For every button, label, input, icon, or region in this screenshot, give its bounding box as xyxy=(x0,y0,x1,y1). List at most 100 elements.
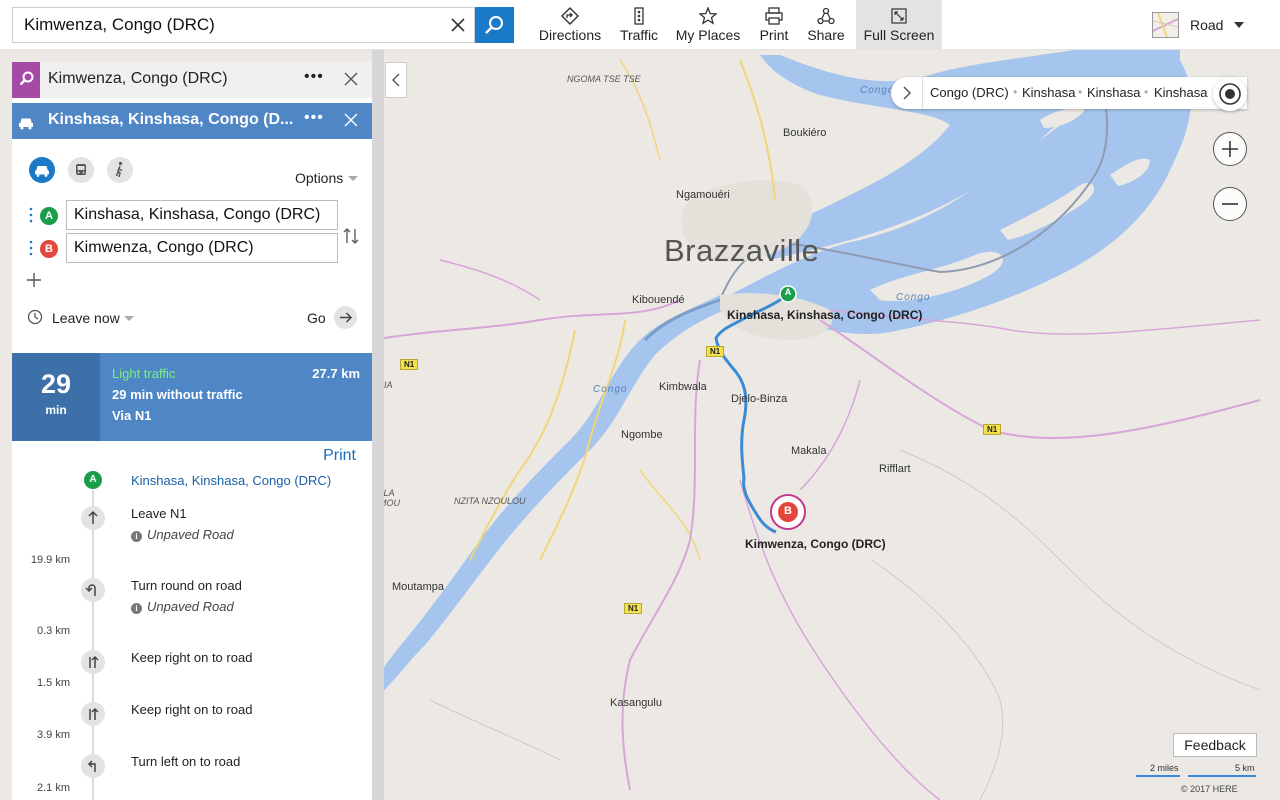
map-label-brazzaville: Brazzaville xyxy=(664,233,820,268)
swap-waypoints-icon[interactable] xyxy=(342,226,360,246)
step-instruction: Keep right on to road xyxy=(131,650,253,665)
zoom-out-button[interactable] xyxy=(1213,187,1247,221)
more-options-icon[interactable]: ••• xyxy=(304,68,324,86)
traffic-label: Traffic xyxy=(619,27,659,43)
scale-miles-label: 2 miles xyxy=(1150,763,1179,773)
search-result-card[interactable]: Kimwenza, Congo (DRC) ••• xyxy=(12,62,372,98)
traffic-button[interactable]: Traffic xyxy=(614,0,664,50)
search-button[interactable] xyxy=(475,7,514,43)
map-label-congo-river: Congo xyxy=(860,85,895,96)
directions-icon xyxy=(561,7,579,25)
collapse-panel-button[interactable] xyxy=(385,62,407,98)
directions-card-icon xyxy=(12,103,40,139)
search-icon xyxy=(485,16,503,34)
directions-label: Directions xyxy=(538,27,602,43)
full-screen-button[interactable]: Full Screen xyxy=(856,0,942,50)
map-label-kimbwala: Kimbwala xyxy=(659,381,707,393)
drive-mode-button[interactable] xyxy=(29,157,55,183)
route-duration: 29 min xyxy=(12,353,100,441)
go-label[interactable]: Go xyxy=(307,310,326,326)
breadcrumb-item[interactable]: Kinshasa xyxy=(1154,85,1207,100)
zoom-in-button[interactable] xyxy=(1213,132,1247,166)
go-button[interactable] xyxy=(334,306,357,329)
print-button[interactable]: Print xyxy=(754,0,794,50)
chevron-right-icon xyxy=(903,86,912,100)
step-instruction: Turn left on to road xyxy=(131,754,241,769)
directions-card-title: Kinshasa, Kinshasa, Congo (D... xyxy=(48,111,294,128)
directions-panel: Kimwenza, Congo (DRC) ••• Kinshasa, Kins… xyxy=(12,62,372,800)
scale-miles-bar xyxy=(1136,775,1180,777)
pin-b-label[interactable]: Kimwenza, Congo (DRC) xyxy=(745,537,886,551)
locate-me-button[interactable] xyxy=(1213,77,1247,111)
search-card-title: Kimwenza, Congo (DRC) xyxy=(48,70,228,87)
breadcrumb-separator: • xyxy=(1013,85,1018,99)
route-minutes: 29 xyxy=(40,369,72,399)
map-style-label: Road xyxy=(1190,17,1224,33)
clear-search-icon[interactable] xyxy=(448,15,468,35)
more-options-icon[interactable]: ••• xyxy=(304,109,324,127)
breadcrumb-item[interactable]: Kinshasa xyxy=(1022,85,1075,100)
pin-a-label[interactable]: Kinshasa, Kinshasa, Congo (DRC) xyxy=(727,308,922,322)
step-note: i Unpaved Road xyxy=(131,527,234,542)
scale-km-label: 5 km xyxy=(1235,763,1255,773)
breadcrumb-item[interactable]: Congo (DRC) xyxy=(930,85,1009,100)
add-waypoint-icon[interactable] xyxy=(26,272,42,288)
directions-button[interactable]: Directions xyxy=(536,0,604,50)
print-directions-link[interactable]: Print xyxy=(323,447,356,465)
directions-card[interactable]: Kinshasa, Kinshasa, Congo (D... ••• xyxy=(12,103,372,139)
minus-icon xyxy=(1222,203,1238,205)
map-label-congo-river: Congo xyxy=(896,292,931,303)
keep-right-icon xyxy=(81,650,105,674)
breadcrumb-separator: • xyxy=(1144,85,1149,99)
road-shield-n1: N1 xyxy=(983,424,1002,435)
panel-scrollbar[interactable] xyxy=(372,50,384,800)
copyright-notice[interactable]: © 2017 HERE xyxy=(1181,784,1238,794)
departure-time-label: Leave now xyxy=(52,310,120,326)
car-icon xyxy=(35,166,49,177)
drag-handle-icon[interactable] xyxy=(29,207,33,223)
breadcrumb-separator: • xyxy=(1078,85,1083,99)
pin-b-badge[interactable]: B xyxy=(782,505,794,517)
map-label-ngoma-tse-tse: NGOMA TSE TSE xyxy=(567,74,641,84)
close-icon[interactable] xyxy=(344,113,358,127)
route-summary-card[interactable]: 29 min Light traffic 27.7 km 29 min with… xyxy=(12,353,372,441)
drag-handle-icon[interactable] xyxy=(29,240,33,256)
road-shield-n1: N1 xyxy=(400,359,419,370)
start-location-link[interactable]: Kinshasa, Kinshasa, Congo (DRC) xyxy=(131,473,331,488)
top-bar: Directions Traffic My Places Print Share xyxy=(0,0,1280,50)
transit-mode-button[interactable] xyxy=(68,157,94,183)
search-input[interactable] xyxy=(13,8,443,42)
start-badge: A xyxy=(84,471,102,489)
map-style-selector[interactable]: Road xyxy=(1152,11,1252,39)
breadcrumb-item[interactable]: Kinshasa xyxy=(1087,85,1140,100)
share-button[interactable]: Share xyxy=(804,0,848,50)
print-label: Print xyxy=(759,27,789,43)
step-instruction: Leave N1 xyxy=(131,506,187,521)
close-icon[interactable] xyxy=(344,72,358,86)
u-turn-icon xyxy=(81,578,105,602)
breadcrumb-toggle[interactable] xyxy=(891,77,923,109)
traffic-light-icon xyxy=(634,7,644,25)
map-label-kasangulu: Kasangulu xyxy=(610,697,662,709)
search-box xyxy=(12,7,475,43)
full-screen-icon xyxy=(891,8,907,24)
road-shield-n1: N1 xyxy=(706,346,725,357)
options-button[interactable]: Options xyxy=(295,170,343,186)
clock-icon xyxy=(27,309,43,325)
chevron-down-icon[interactable] xyxy=(348,176,358,181)
step-instruction: Keep right on to road xyxy=(131,702,253,717)
my-places-label: My Places xyxy=(675,27,741,43)
map-label-kibouende: Kibouendé xyxy=(632,294,685,306)
destination-input[interactable] xyxy=(66,233,338,263)
my-places-button[interactable]: My Places xyxy=(673,0,743,50)
route-minutes-unit: min xyxy=(45,403,67,417)
share-label: Share xyxy=(807,27,845,43)
chevron-down-icon xyxy=(124,316,134,321)
step-distance: 0.3 km xyxy=(36,625,70,637)
feedback-button[interactable]: Feedback xyxy=(1173,733,1257,757)
start-location-input[interactable] xyxy=(66,200,338,230)
map-label-congo-river: Congo xyxy=(593,384,628,395)
walk-mode-button[interactable] xyxy=(107,157,133,183)
step-distance: 19.9 km xyxy=(30,554,70,566)
pin-a-badge[interactable]: A xyxy=(783,287,793,297)
